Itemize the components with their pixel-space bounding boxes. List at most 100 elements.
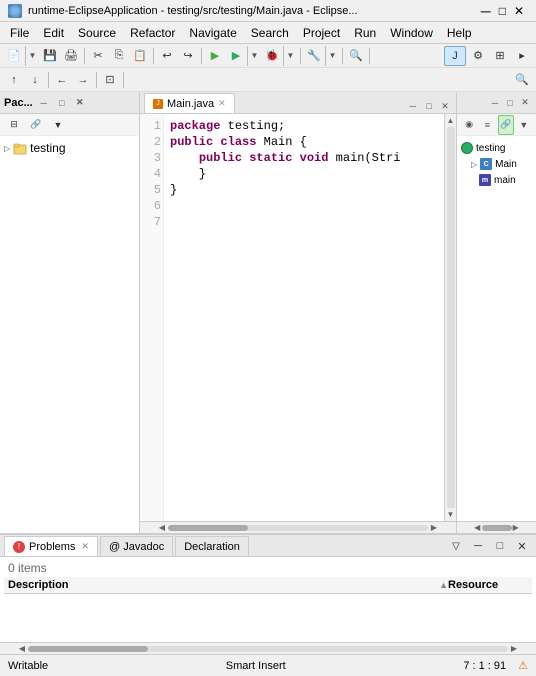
bottom-min-btn[interactable]: ─ (468, 536, 488, 556)
javadoc-tab[interactable]: @ Javadoc (100, 536, 173, 556)
menu-help[interactable]: Help (441, 24, 478, 42)
right-hscroll-track[interactable] (482, 525, 512, 531)
bottom-close-btn[interactable]: ✕ (512, 536, 532, 556)
quick-access-btn[interactable]: 🔍 (512, 70, 532, 90)
forward-btn[interactable]: → (73, 70, 93, 90)
outline-filter-btn[interactable]: ◉ (461, 115, 477, 135)
pkg-menu-btn[interactable]: ▼ (48, 115, 68, 135)
code-line-1: package testing; (170, 118, 438, 134)
fwd-nav-btn[interactable]: ↓ (25, 70, 45, 90)
outline-toolbar-btns: ─ □ ✕ (488, 96, 532, 110)
hierarchy-btn[interactable]: ⊡ (100, 70, 120, 90)
menu-file[interactable]: File (4, 24, 35, 42)
perspective-java-btn[interactable]: J (444, 46, 466, 66)
outline-item-main[interactable]: ▷ C Main (459, 156, 534, 172)
editor-min-btn[interactable]: ─ (406, 99, 420, 113)
new-file-btn[interactable]: 📄 (4, 46, 24, 66)
run-dropdown[interactable]: ▼ (247, 46, 261, 66)
editor-hscrollbar[interactable]: ◀ ▶ (140, 521, 456, 533)
perspective-debug-btn[interactable]: ⚙ (468, 46, 488, 66)
outline-item-main-method[interactable]: m main (459, 172, 534, 188)
hscroll-thumb[interactable] (168, 525, 248, 531)
editor-close-btn[interactable]: ✕ (438, 99, 452, 113)
pkg-maximize-btn[interactable]: □ (55, 96, 69, 110)
menu-source[interactable]: Source (72, 24, 122, 42)
code-editor[interactable]: package testing; public class Main { pub… (164, 114, 444, 521)
run-btn[interactable]: ▶ (226, 46, 246, 66)
undo-btn[interactable]: ↩ (157, 46, 177, 66)
right-hscroll-thumb[interactable] (482, 525, 512, 531)
menu-project[interactable]: Project (297, 24, 346, 42)
bottom-max-btn[interactable]: □ (490, 536, 510, 556)
outline-item-testing[interactable]: testing (459, 140, 534, 156)
run-ext-btn[interactable]: ▶ (205, 46, 225, 66)
menu-edit[interactable]: Edit (37, 24, 70, 42)
back-nav-btn[interactable]: ↑ (4, 70, 24, 90)
status-writable: Writable (8, 660, 48, 672)
close-btn[interactable]: ✕ (510, 4, 528, 18)
status-position: 7 : 1 : 91 (463, 660, 506, 672)
hscroll-track[interactable] (168, 525, 428, 531)
code-line-5: } (170, 166, 438, 182)
outline-sort-btn[interactable]: ≡ (479, 115, 495, 135)
window-title: runtime-EclipseApplication - testing/src… (28, 5, 473, 17)
right-hscrollbar[interactable]: ◀ ▶ (457, 521, 536, 533)
outline-min-btn[interactable]: ─ (488, 96, 502, 110)
editor-max-btn[interactable]: □ (422, 99, 436, 113)
new-file-dropdown[interactable]: ▼ (25, 46, 39, 66)
bottom-hscrollbar[interactable]: ◀ ▶ (0, 642, 536, 654)
bottom-scroll-left[interactable]: ◀ (16, 643, 28, 655)
tree-item-testing[interactable]: ▷ testing (0, 140, 139, 156)
pkg-close-btn[interactable]: ✕ (73, 96, 87, 110)
menu-navigate[interactable]: Navigate (183, 24, 242, 42)
problems-tab[interactable]: ! Problems ✕ (4, 536, 98, 556)
menu-run[interactable]: Run (348, 24, 382, 42)
back-btn[interactable]: ← (52, 70, 72, 90)
build-btn[interactable]: 🔧 (304, 46, 324, 66)
outline-close-btn[interactable]: ✕ (518, 96, 532, 110)
bottom-filter-btn[interactable]: ▽ (446, 536, 466, 556)
code-line-3: public class Main { (170, 134, 438, 150)
editor-content[interactable]: 1 2 3 4 5 6 7 package testing; public cl… (140, 114, 456, 521)
editor-vscrollbar[interactable]: ▲ ▼ (444, 114, 456, 521)
minimize-btn[interactable]: ─ (477, 3, 495, 19)
maximize-btn[interactable]: □ (495, 4, 510, 18)
outline-run-icon (461, 142, 473, 154)
pkg-link-btn[interactable]: 🔗 (26, 115, 46, 135)
javadoc-tab-label: @ Javadoc (109, 541, 164, 553)
editor-tab-icon: J (153, 99, 163, 109)
build-dropdown[interactable]: ▼ (325, 46, 339, 66)
perspective-open-btn[interactable]: ⊞ (490, 46, 510, 66)
scroll-right-btn[interactable]: ▶ (428, 522, 440, 534)
menu-refactor[interactable]: Refactor (124, 24, 181, 42)
pkg-collapse-btn[interactable]: ⊟ (4, 115, 24, 135)
bottom-hscroll-track[interactable] (28, 646, 508, 652)
print-btn[interactable]: 🖨 (61, 46, 81, 66)
menu-search[interactable]: Search (245, 24, 295, 42)
cut-btn[interactable]: ✂ (88, 46, 108, 66)
paste-btn[interactable]: 📋 (130, 46, 150, 66)
th-resource: Resource (448, 579, 528, 591)
outline-link-btn[interactable]: 🔗 (498, 115, 514, 135)
right-scroll-left[interactable]: ◀ (473, 522, 482, 534)
menu-bar: File Edit Source Refactor Navigate Searc… (0, 22, 536, 44)
menu-window[interactable]: Window (384, 24, 439, 42)
bottom-scroll-right[interactable]: ▶ (508, 643, 520, 655)
search-btn[interactable]: 🔍 (346, 46, 366, 66)
save-btn[interactable]: 💾 (40, 46, 60, 66)
perspective-extra-btn[interactable]: ▸ (512, 46, 532, 66)
debug-dropdown[interactable]: ▼ (283, 46, 297, 66)
outline-max-btn[interactable]: □ (503, 96, 517, 110)
problems-tab-close[interactable]: ✕ (81, 541, 89, 552)
debug-btn[interactable]: 🐞 (262, 46, 282, 66)
th-description: Description (8, 579, 439, 591)
bottom-hscroll-thumb[interactable] (28, 646, 148, 652)
declaration-tab[interactable]: Declaration (175, 536, 249, 556)
pkg-minimize-btn[interactable]: ─ (37, 96, 51, 110)
outline-menu-btn[interactable]: ▼ (516, 115, 532, 135)
editor-tab-main[interactable]: J Main.java ✕ (144, 93, 235, 113)
scroll-left-btn[interactable]: ◀ (156, 522, 168, 534)
right-scroll-right[interactable]: ▶ (512, 522, 521, 534)
redo-btn[interactable]: ↪ (178, 46, 198, 66)
copy-btn[interactable]: ⎘ (109, 46, 129, 66)
